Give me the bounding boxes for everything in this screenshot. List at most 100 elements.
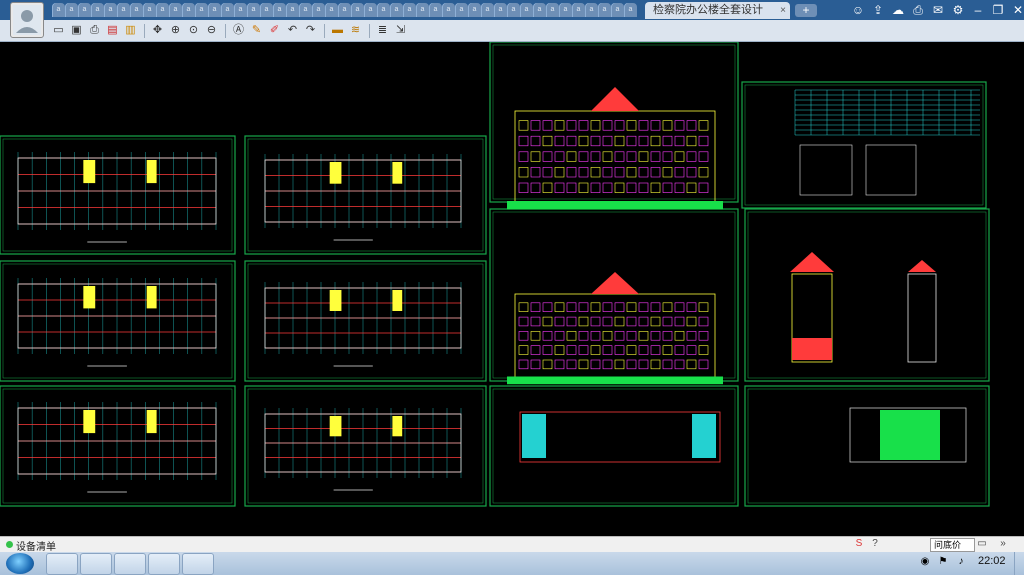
tab-active-file[interactable]: 检察院办公楼全套设计图.dwg ×: [645, 2, 790, 33]
avatar[interactable]: [10, 2, 44, 38]
document-tab[interactable]: a: [78, 3, 91, 17]
document-tab[interactable]: a: [559, 3, 572, 17]
user-group-icon[interactable]: ☺: [850, 2, 866, 18]
minimize-icon[interactable]: –: [970, 2, 986, 18]
drawing-canvas[interactable]: [0, 42, 1024, 535]
window: [602, 359, 613, 370]
document-tab[interactable]: a: [572, 3, 585, 17]
window: [518, 345, 529, 355]
document-tab[interactable]: a: [312, 3, 325, 17]
text-icon[interactable]: Ⓐ: [230, 22, 247, 39]
question-box[interactable]: 问底价: [930, 538, 975, 552]
open-icon[interactable]: ▭: [50, 22, 67, 39]
document-tab[interactable]: a: [156, 3, 169, 17]
explorer-taskbar-icon[interactable]: [46, 553, 78, 575]
document-tab[interactable]: a: [364, 3, 377, 17]
document-tab[interactable]: a: [52, 3, 65, 17]
document-tab[interactable]: a: [377, 3, 390, 17]
print-icon[interactable]: ⎙: [86, 22, 103, 39]
window: [578, 345, 589, 355]
document-tab[interactable]: a: [442, 3, 455, 17]
pen-icon[interactable]: ✎: [248, 22, 265, 39]
pan-icon[interactable]: ✥: [149, 22, 166, 39]
measure-icon[interactable]: ≋: [347, 22, 364, 39]
document-tab[interactable]: a: [208, 3, 221, 17]
tray-flag-icon[interactable]: ⚑: [936, 555, 950, 569]
document-tab[interactable]: a: [247, 3, 260, 17]
document-tab[interactable]: a: [624, 3, 637, 17]
zoom-window-icon[interactable]: ⊙: [185, 22, 202, 39]
document-tab[interactable]: a: [507, 3, 520, 17]
document-tab[interactable]: a: [91, 3, 104, 17]
tray-volume-icon[interactable]: ♪: [954, 555, 968, 569]
document-tab[interactable]: a: [338, 3, 351, 17]
document-tab[interactable]: a: [403, 3, 416, 17]
tray-network-icon[interactable]: ◉: [918, 555, 932, 569]
document-tab[interactable]: a: [273, 3, 286, 17]
document-tab[interactable]: a: [416, 3, 429, 17]
document-tab[interactable]: a: [390, 3, 403, 17]
document-tab[interactable]: a: [143, 3, 156, 17]
document-tab[interactable]: a: [221, 3, 234, 17]
window: [650, 316, 661, 327]
show-desktop-button[interactable]: [1014, 552, 1024, 575]
app-taskbar-icon[interactable]: [80, 553, 112, 575]
pdf-icon[interactable]: ▤: [104, 22, 121, 39]
zoom-in-icon[interactable]: ⊕: [167, 22, 184, 39]
close-icon[interactable]: ✕: [1010, 2, 1024, 18]
window: [542, 331, 553, 341]
document-tab[interactable]: a: [299, 3, 312, 17]
restore-icon[interactable]: ❐: [990, 2, 1006, 18]
browser-taskbar-icon[interactable]: [114, 553, 146, 575]
zoom-out-icon[interactable]: ⊖: [203, 22, 220, 39]
help-icon[interactable]: ?: [868, 538, 882, 550]
start-button-icon[interactable]: [6, 553, 34, 574]
document-tab[interactable]: a: [117, 3, 130, 17]
document-tab[interactable]: a: [533, 3, 546, 17]
share-icon[interactable]: ⇪: [870, 2, 886, 18]
document-tab[interactable]: a: [260, 3, 273, 17]
print-icon[interactable]: ⎙: [910, 2, 926, 18]
document-tab[interactable]: a: [520, 3, 533, 17]
cad-viewer-taskbar-icon[interactable]: [182, 553, 214, 575]
document-tab[interactable]: a: [182, 3, 195, 17]
document-tab[interactable]: a: [65, 3, 78, 17]
document-tab[interactable]: a: [169, 3, 182, 17]
save-icon[interactable]: ▣: [68, 22, 85, 39]
new-tab-button[interactable]: +: [795, 4, 817, 17]
document-tab[interactable]: a: [234, 3, 247, 17]
document-tab[interactable]: a: [325, 3, 338, 17]
window: [542, 151, 553, 162]
redo-icon[interactable]: ↷: [302, 22, 319, 39]
layer-icon[interactable]: ▬: [329, 22, 346, 39]
document-tab[interactable]: a: [546, 3, 559, 17]
mail-icon[interactable]: ✉: [930, 2, 946, 18]
document-tab[interactable]: a: [351, 3, 364, 17]
expand-icon[interactable]: »: [996, 538, 1010, 550]
cloud-icon[interactable]: ☁: [890, 2, 906, 18]
document-tab[interactable]: a: [286, 3, 299, 17]
eraser-icon[interactable]: ✐: [266, 22, 283, 39]
export-icon[interactable]: ⇲: [392, 22, 409, 39]
chat-icon[interactable]: ▭: [975, 538, 989, 550]
stair-block: [392, 416, 403, 437]
document-tab[interactable]: a: [429, 3, 442, 17]
document-tab[interactable]: a: [598, 3, 611, 17]
document-tab[interactable]: a: [455, 3, 468, 17]
document-tab[interactable]: a: [585, 3, 598, 17]
document-tab[interactable]: a: [104, 3, 117, 17]
stack-icon[interactable]: ≣: [374, 22, 391, 39]
document-tab[interactable]: a: [494, 3, 507, 17]
window: [698, 167, 709, 178]
document-tab[interactable]: a: [195, 3, 208, 17]
settings-icon[interactable]: ⚙: [950, 2, 966, 18]
s-logo-icon[interactable]: S: [852, 538, 866, 550]
close-icon[interactable]: ×: [780, 2, 786, 19]
lock-icon[interactable]: ▥: [122, 22, 139, 39]
archive-taskbar-icon[interactable]: [148, 553, 180, 575]
document-tab[interactable]: a: [130, 3, 143, 17]
undo-icon[interactable]: ↶: [284, 22, 301, 39]
document-tab[interactable]: a: [611, 3, 624, 17]
document-tab[interactable]: a: [468, 3, 481, 17]
document-tab[interactable]: a: [481, 3, 494, 17]
